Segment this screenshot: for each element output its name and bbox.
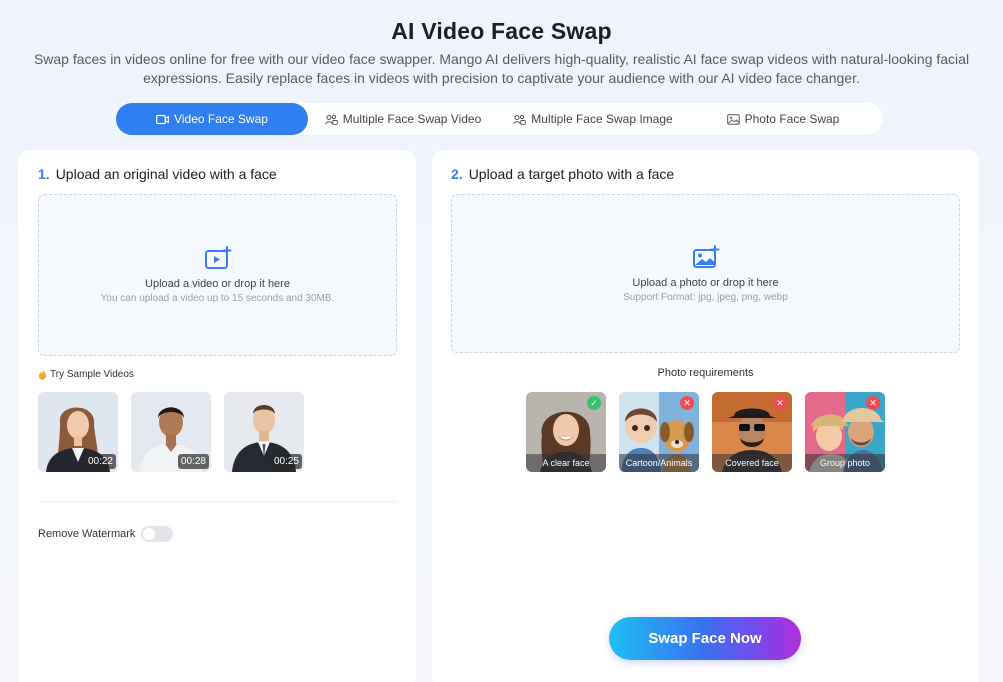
requirement-caption: Cartoon/Animals: [619, 454, 699, 472]
step-1-title: 1. Upload an original video with a face: [38, 166, 277, 182]
sample-label-text: Try Sample Videos: [50, 369, 134, 380]
tab-multiple-face-swap-image[interactable]: Multiple Face Swap Image: [498, 103, 688, 135]
page-subtitle: Swap faces in videos online for free wit…: [33, 51, 970, 86]
tab-label: Multiple Face Swap Image: [531, 112, 673, 126]
dropzone-main-text: Upload a video or drop it here: [145, 278, 290, 290]
step-number: 2.: [451, 166, 463, 182]
step-2-title: 2. Upload a target photo with a face: [451, 166, 674, 182]
upload-video-icon: [204, 246, 231, 269]
multi-face-icon: [513, 114, 527, 125]
tab-photo-face-swap[interactable]: Photo Face Swap: [688, 103, 878, 135]
requirement-clear-face: ✓ A clear face: [526, 392, 606, 472]
video-duration: 00:22: [84, 454, 116, 469]
requirement-group-photo: ✕ Group photo: [805, 392, 885, 472]
tab-multiple-face-swap-video[interactable]: Multiple Face Swap Video: [308, 103, 498, 135]
tab-video-face-swap[interactable]: Video Face Swap: [116, 103, 308, 135]
requirement-caption: Group photo: [805, 454, 885, 472]
image-icon: [726, 113, 740, 125]
close-icon: ✕: [680, 396, 694, 410]
video-duration: 00:25: [270, 454, 302, 469]
upload-photo-icon: [692, 244, 719, 268]
tab-label: Multiple Face Swap Video: [342, 112, 482, 126]
remove-watermark-toggle[interactable]: [141, 526, 174, 542]
tab-bar: Video Face Swap Multiple Face Swap Video…: [116, 103, 883, 135]
toggle-knob: [143, 528, 156, 540]
sample-video-3[interactable]: 00:25: [224, 392, 304, 472]
upload-photo-panel: 2. Upload a target photo with a face Uplo…: [432, 150, 979, 682]
divider: [38, 501, 397, 502]
video-dropzone[interactable]: Upload a video or drop it here You can u…: [38, 194, 397, 356]
step-number: 1.: [38, 166, 50, 182]
dropzone-sub-text: You can upload a video up to 15 seconds …: [100, 293, 335, 304]
requirement-covered-face: ✕ Covered face: [712, 392, 792, 472]
dropzone-sub-text: Support Format: jpg, jpeg, png, webp: [623, 291, 788, 303]
page-title: AI Video Face Swap: [391, 18, 612, 44]
multi-face-icon: [325, 114, 338, 125]
sample-video-1[interactable]: 00:22: [38, 392, 118, 472]
sample-videos-label: Try Sample Videos: [38, 369, 134, 380]
fire-icon: [38, 369, 47, 380]
step-text: Upload a target photo with a face: [468, 166, 675, 182]
requirement-caption: Covered face: [712, 454, 792, 472]
step-text: Upload an original video with a face: [55, 166, 277, 182]
close-icon: ✕: [773, 396, 787, 410]
sample-video-2[interactable]: 00:28: [131, 392, 211, 472]
remove-watermark-row: Remove Watermark: [38, 526, 174, 542]
remove-watermark-label: Remove Watermark: [38, 528, 136, 540]
video-duration: 00:28: [177, 454, 209, 469]
requirement-caption: A clear face: [526, 454, 606, 472]
dropzone-main-text: Upload a photo or drop it here: [632, 276, 779, 289]
swap-face-now-button[interactable]: Swap Face Now: [609, 617, 801, 660]
tab-label: Photo Face Swap: [744, 112, 840, 126]
upload-video-panel: 1. Upload an original video with a face U…: [18, 150, 416, 682]
check-icon: ✓: [587, 396, 601, 410]
tab-label: Video Face Swap: [174, 112, 268, 126]
close-icon: ✕: [866, 396, 880, 410]
photo-dropzone[interactable]: Upload a photo or drop it here Support F…: [451, 194, 960, 353]
photo-requirements-title: Photo requirements: [657, 367, 754, 379]
video-icon: [156, 114, 169, 124]
requirement-cartoon-animals: ✕ Cartoon/Animals: [619, 392, 699, 472]
